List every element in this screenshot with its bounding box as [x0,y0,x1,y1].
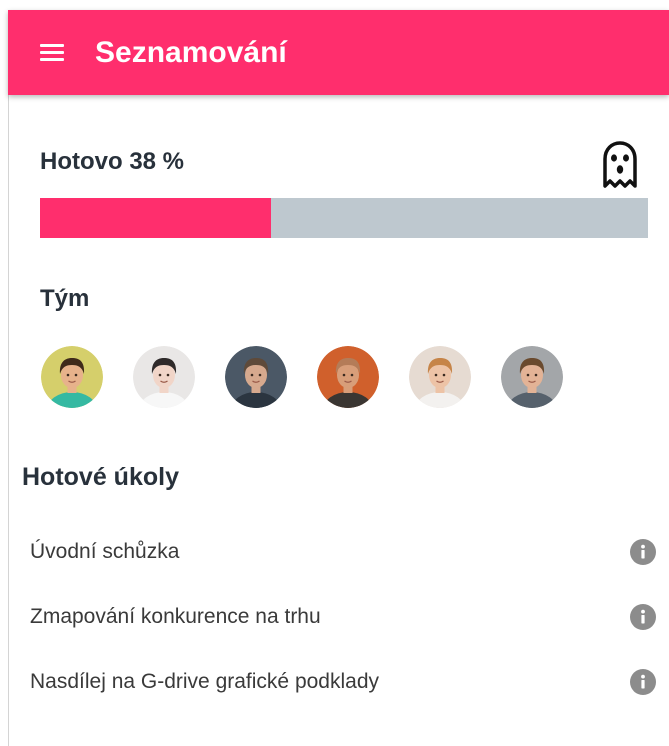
menu-icon-line [40,58,64,61]
task-item[interactable]: Úvodní schůzka [30,519,656,584]
team-avatar[interactable] [133,346,195,408]
progress-label: Hotovo 38 % [40,148,185,175]
menu-icon[interactable] [40,44,64,61]
team-avatars [41,346,563,408]
info-icon[interactable] [630,668,656,695]
team-avatar[interactable] [41,346,103,408]
info-icon-graphic [630,603,656,630]
task-label: Zmapování konkurence na trhu [30,604,321,628]
ghost-icon-graphic [603,141,637,188]
done-tasks-list: Úvodní schůzka Zmapování konkurence na t… [30,519,656,714]
task-item[interactable]: Nasdílej na G-drive grafické podklady [30,649,656,714]
team-avatar[interactable] [317,346,379,408]
team-title: Tým [40,285,90,312]
team-avatar[interactable] [409,346,471,408]
avatar-image [41,346,103,408]
info-icon-graphic [630,538,656,565]
info-icon[interactable] [630,603,656,630]
ghost-icon [600,140,640,190]
menu-icon-line [40,44,64,47]
avatar-image [225,346,287,408]
info-icon-graphic [630,668,656,695]
progress-bar [40,198,648,238]
done-tasks-title: Hotové úkoly [22,463,179,491]
team-avatar[interactable] [225,346,287,408]
page-title: Seznamování [95,36,287,69]
task-item[interactable]: Zmapování konkurence na trhu [30,584,656,649]
avatar-image [317,346,379,408]
progress-fill [40,198,272,238]
menu-icon-line [40,51,64,54]
avatar-image [133,346,195,408]
info-icon[interactable] [630,538,656,565]
team-avatar[interactable] [501,346,563,408]
task-label: Úvodní schůzka [30,539,180,563]
avatar-image [501,346,563,408]
app-screen: Seznamování Hotovo 38 % Tým Hotové úkoly… [8,10,669,746]
task-label: Nasdílej na G-drive grafické podklady [30,669,380,693]
app-header: Seznamování [8,10,669,95]
avatar-image [409,346,471,408]
